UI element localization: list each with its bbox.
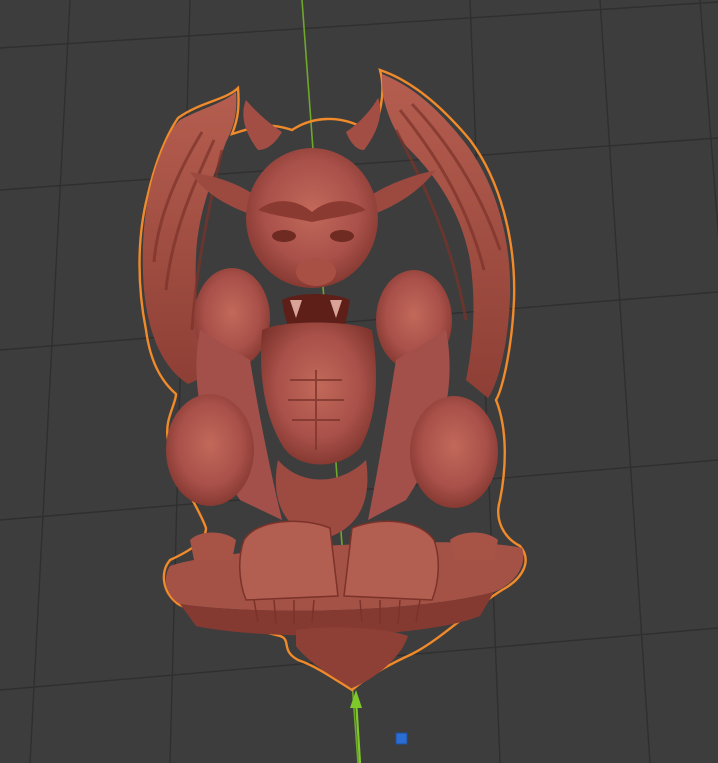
transform-gizmo[interactable] [350,690,408,763]
right-leg [410,396,498,508]
pedestal-base [296,627,408,688]
y-arrow-icon[interactable] [350,690,362,708]
right-horn [346,98,381,150]
3d-viewport[interactable] [0,0,718,763]
torso [260,322,376,465]
viewport-canvas[interactable] [0,0,718,763]
left-leg [166,394,254,506]
gargoyle-model[interactable] [138,68,527,692]
blue-square-icon[interactable] [395,732,408,745]
